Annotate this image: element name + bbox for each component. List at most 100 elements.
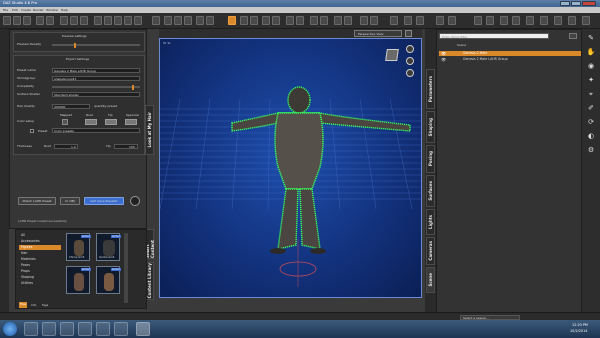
tool-f-icon[interactable] <box>540 16 548 25</box>
tool-b-icon[interactable] <box>486 16 494 25</box>
taskbar-daz-studio[interactable] <box>136 322 150 336</box>
tab-parameters[interactable]: Parameters <box>426 69 435 109</box>
menu-file[interactable]: File <box>3 8 8 12</box>
category-hair[interactable]: Hair <box>19 251 61 256</box>
files-tab[interactable]: Files <box>19 302 27 308</box>
category-shaping[interactable]: Shaping <box>19 275 61 280</box>
category-props[interactable]: Props <box>19 269 61 274</box>
camera-pan-icon[interactable] <box>416 16 424 25</box>
tab-posing[interactable]: Posing <box>426 145 435 173</box>
content-icon[interactable] <box>344 16 352 25</box>
view-cube-icon[interactable] <box>385 49 399 61</box>
category-all[interactable]: All <box>19 233 61 238</box>
shader-icon[interactable] <box>334 16 342 25</box>
tool-h-icon[interactable] <box>568 16 576 25</box>
thickness-root-field[interactable]: 1.0 <box>54 143 78 149</box>
aux-viewport-icon[interactable] <box>320 16 328 25</box>
category-materials[interactable]: Materials <box>19 257 61 262</box>
open-icon[interactable] <box>13 16 21 25</box>
complexity-knob[interactable] <box>132 84 134 90</box>
get-more-presets-button[interactable]: Get more Presets! <box>84 197 124 205</box>
maximize-button[interactable] <box>571 0 581 6</box>
mapped-swatch[interactable] <box>62 119 68 125</box>
tab-lights[interactable]: Lights <box>426 209 435 235</box>
prop-icon[interactable] <box>104 16 112 25</box>
tab-cameras[interactable]: Cameras <box>426 237 435 265</box>
thickness-tip-field[interactable]: 100 <box>114 143 138 149</box>
visibility-eye-icon[interactable]: 👁 <box>441 57 446 62</box>
menu-window[interactable]: Window <box>46 8 58 12</box>
universal-tool-icon[interactable] <box>152 16 160 25</box>
tip-color-swatch[interactable] <box>105 119 117 125</box>
preset-name-field[interactable]: Genesis 2 Male LAHR Group <box>52 67 140 73</box>
taskbar-app-2[interactable] <box>42 322 56 336</box>
camera-orbit-icon[interactable] <box>404 16 412 25</box>
tool-a-icon[interactable] <box>474 16 482 25</box>
start-button[interactable] <box>3 322 17 336</box>
taskbar-app-3[interactable] <box>60 322 74 336</box>
menu-create[interactable]: Create <box>21 8 31 12</box>
to-obj-button[interactable]: to OBJ <box>60 197 80 205</box>
scene-options-icon[interactable] <box>569 33 577 39</box>
viewport-options-icon[interactable] <box>405 30 412 37</box>
paste-icon[interactable] <box>80 16 88 25</box>
category-figures[interactable]: Figures <box>19 245 61 250</box>
region-navigator-icon[interactable] <box>250 16 258 25</box>
tool-icon-3[interactable]: ◉ <box>586 62 596 71</box>
viewport-3d[interactable]: Yo Yo <box>159 38 422 298</box>
tool-icon-4[interactable]: ✦ <box>586 76 596 85</box>
hair-quality-field[interactable]: 400000 <box>52 103 90 109</box>
geometry-editor-icon[interactable] <box>272 16 280 25</box>
camera-icon[interactable] <box>124 16 132 25</box>
taskbar-app-1[interactable] <box>24 322 38 336</box>
zoom-icon[interactable] <box>406 69 414 77</box>
tool-e-icon[interactable] <box>526 16 534 25</box>
tool-g-icon[interactable] <box>554 16 562 25</box>
menu-edit[interactable]: Edit <box>12 8 18 12</box>
tool-icon-5[interactable]: ⌖ <box>586 90 596 99</box>
preview-density-knob[interactable] <box>74 42 76 48</box>
category-utilities[interactable]: Utilities <box>19 281 61 286</box>
camera-select[interactable]: Perspective View <box>354 30 402 37</box>
info-tab[interactable]: Info <box>31 303 36 307</box>
timeline-icon[interactable] <box>310 16 318 25</box>
menu-help[interactable]: Help <box>61 8 68 12</box>
visibility-eye-icon[interactable]: 👁 <box>441 51 446 56</box>
layout-icon[interactable] <box>286 16 294 25</box>
scene-row-lahr-group[interactable]: 👁 Genesis 2 Male LAHR Group <box>439 57 581 62</box>
tool-icon-7[interactable]: ⟳ <box>586 118 596 127</box>
thumbnail-scrollbar[interactable] <box>124 233 128 303</box>
tool-icon-6[interactable]: ✐ <box>586 104 596 113</box>
new-icon[interactable] <box>3 16 11 25</box>
complexity-slider[interactable] <box>52 86 140 88</box>
scene-icon[interactable] <box>296 16 304 25</box>
tool-c-icon[interactable] <box>500 16 508 25</box>
figure-icon[interactable] <box>94 16 102 25</box>
scene-row-genesis-2-male[interactable]: 👁 Genesis 2 Male <box>439 51 581 56</box>
thumbnail-figure-4[interactable]: Actor <box>96 266 121 294</box>
rotate-tool-icon[interactable] <box>174 16 182 25</box>
root-color-swatch[interactable] <box>85 119 97 125</box>
tab-shaping[interactable]: Shaping <box>426 111 435 143</box>
preview-density-slider[interactable] <box>52 44 140 46</box>
tool-icon-1[interactable]: ✎ <box>586 34 596 43</box>
copy-icon[interactable] <box>70 16 78 25</box>
category-accessories[interactable]: Accessories <box>19 239 61 244</box>
save-icon[interactable] <box>23 16 31 25</box>
thumbnail-chimp[interactable]: Actor Chimp Gm5 <box>66 233 91 261</box>
category-poses[interactable]: Poses <box>19 263 61 268</box>
lesson-select[interactable]: Select a Lesson... <box>460 314 520 320</box>
tab-scene[interactable]: Scene <box>426 267 435 293</box>
orbit-icon[interactable] <box>406 45 414 53</box>
minimize-button[interactable] <box>560 0 570 6</box>
preset-checkbox[interactable] <box>30 129 34 133</box>
undo-icon[interactable] <box>36 16 44 25</box>
tags-tab[interactable]: Tags <box>42 303 48 307</box>
translate-tool-icon[interactable] <box>164 16 172 25</box>
scene-filter-input[interactable]: Enter items filter <box>439 33 549 39</box>
cut-icon[interactable] <box>60 16 68 25</box>
light-icon[interactable] <box>114 16 122 25</box>
tab-look-at-my-hair[interactable]: Look at My Hair <box>145 105 154 155</box>
taskbar-app-4[interactable] <box>78 322 92 336</box>
pan-icon[interactable] <box>406 57 414 65</box>
